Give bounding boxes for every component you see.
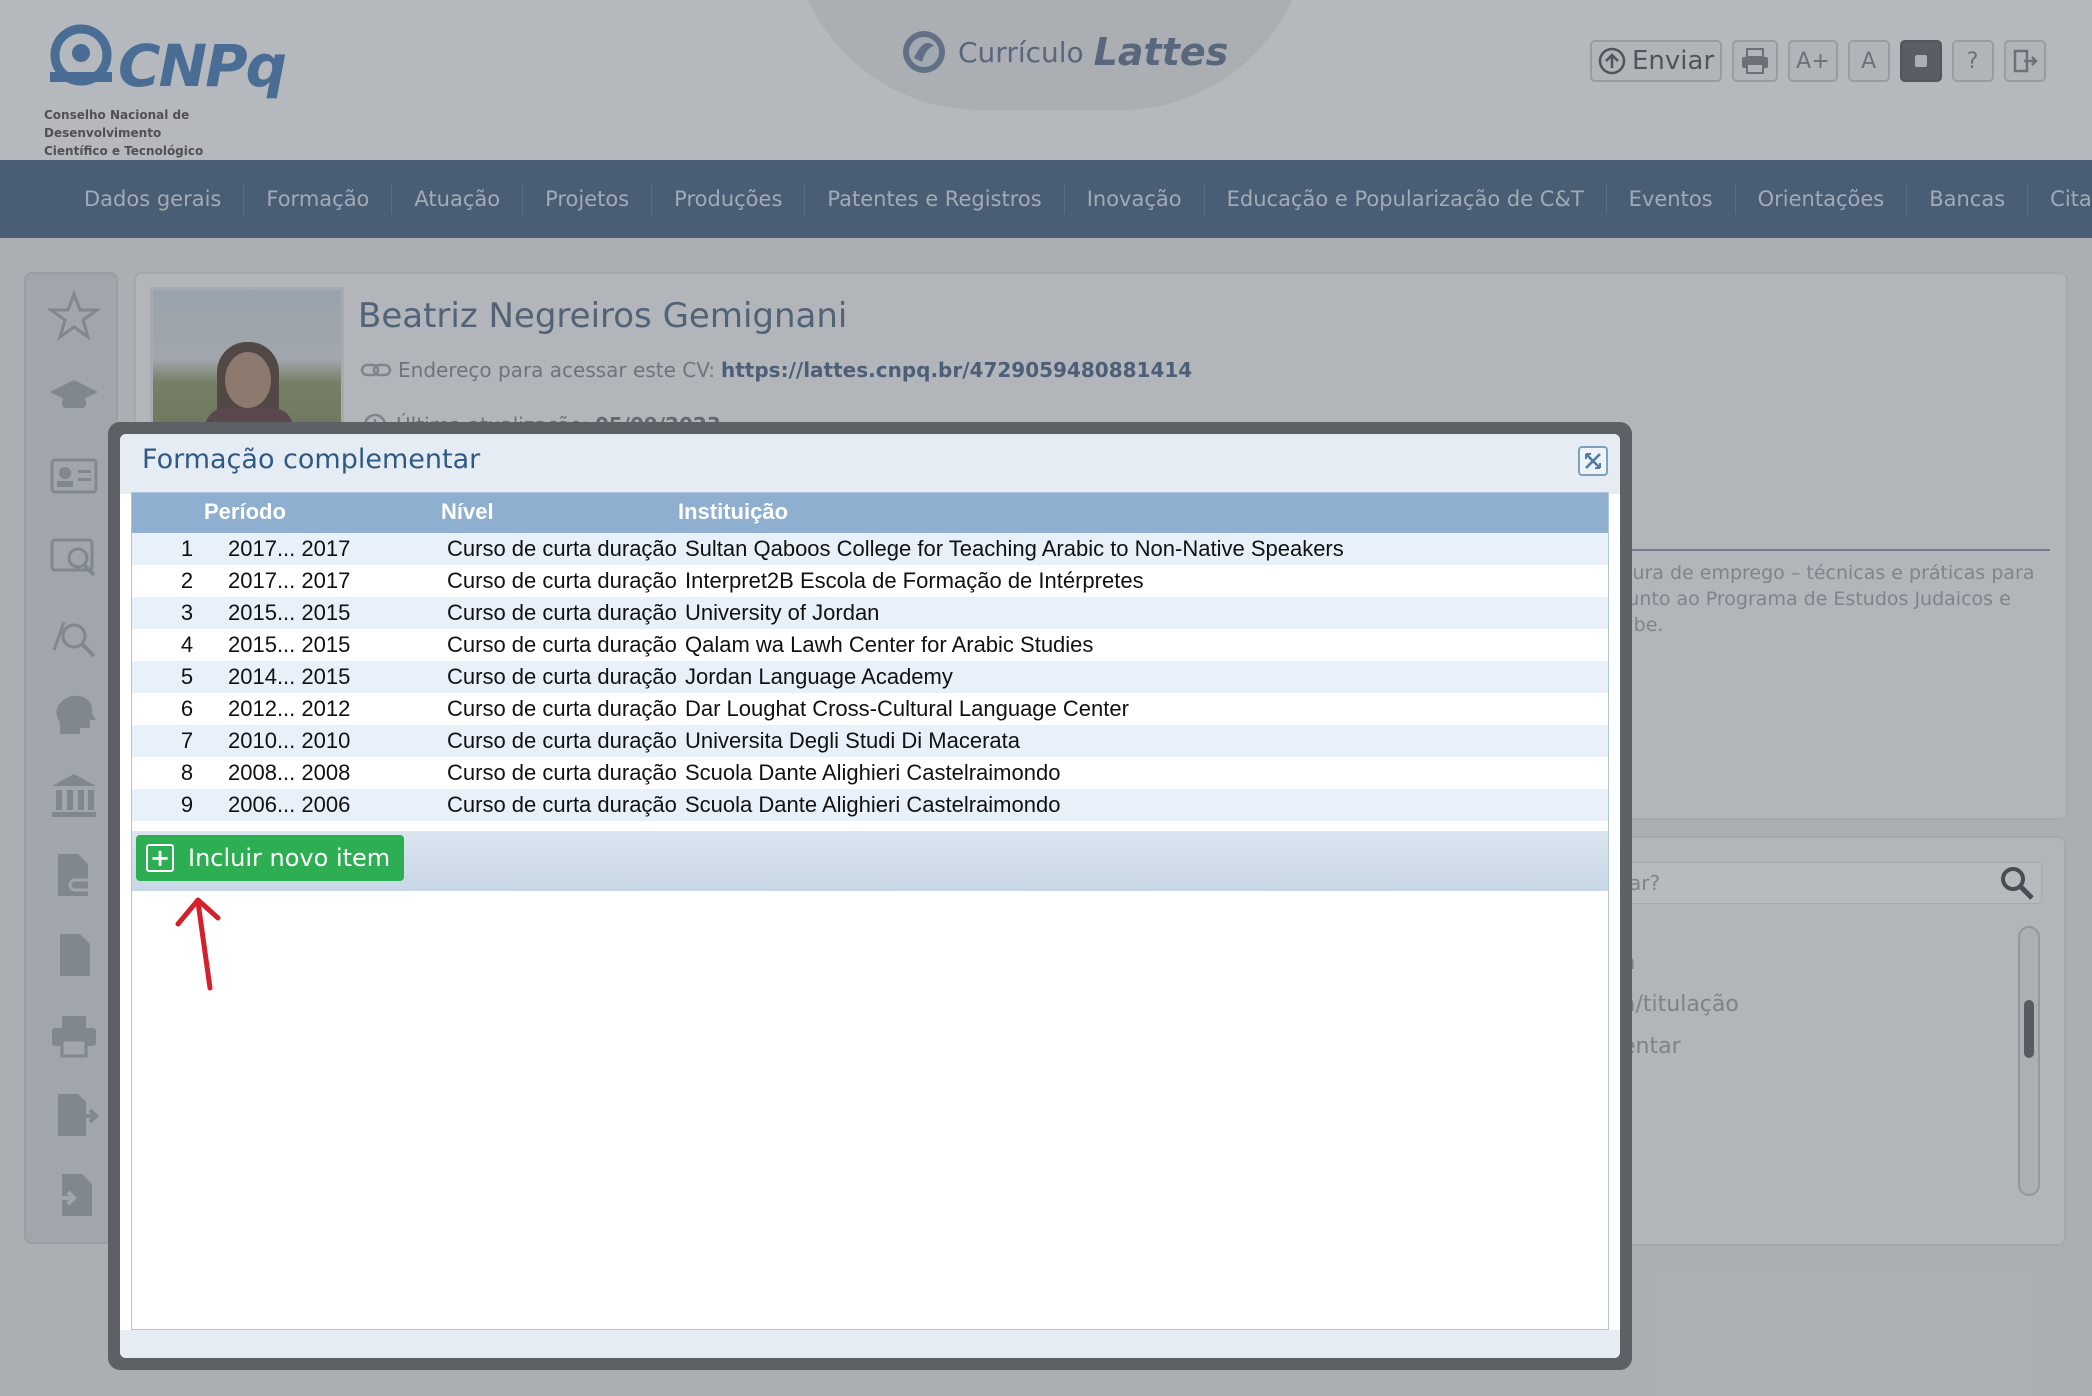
dialog-header: Formação complementar <box>120 434 1620 494</box>
row-nivel: Curso de curta duração <box>447 536 677 561</box>
row-instituicao: Scuola Dante Alighieri Castelraimondo <box>685 760 1061 785</box>
row-number: 2 <box>180 568 194 593</box>
row-nivel: Curso de curta duração <box>447 696 677 721</box>
column-header-periodo: Período <box>204 499 286 524</box>
row-number: 5 <box>180 664 194 689</box>
row-periodo: 2015... 2015 <box>228 632 351 657</box>
table-row[interactable]: 6 2012... 2012 Curso de curta duração Da… <box>132 693 1608 725</box>
row-periodo: 2014... 2015 <box>228 664 351 689</box>
row-periodo: 2006... 2006 <box>228 792 351 817</box>
row-number: 7 <box>180 728 194 753</box>
formacao-complementar-dialog: Formação complementar Período Nível Inst… <box>120 434 1620 1358</box>
add-new-item-label: Incluir novo item <box>188 844 391 872</box>
row-instituicao: Interpret2B Escola de Formação de Intérp… <box>685 568 1144 593</box>
row-periodo: 2017... 2017 <box>228 568 351 593</box>
close-icon <box>1585 453 1601 469</box>
row-nivel: Curso de curta duração <box>447 760 677 785</box>
table-row[interactable]: 7 2010... 2010 Curso de curta duração Un… <box>132 725 1608 757</box>
table-row[interactable]: 1 2017... 2017 Curso de curta duração Su… <box>132 533 1608 565</box>
row-periodo: 2017... 2017 <box>228 536 351 561</box>
row-nivel: Curso de curta duração <box>447 792 677 817</box>
table-header: Período Nível Instituição <box>132 493 1608 533</box>
annotation-arrow-icon <box>175 897 221 991</box>
table-row[interactable]: 5 2014... 2015 Curso de curta duração Jo… <box>132 661 1608 693</box>
row-nivel: Curso de curta duração <box>447 632 677 657</box>
row-number: 6 <box>180 696 194 721</box>
row-instituicao: Dar Loughat Cross-Cultural Language Cent… <box>685 696 1129 721</box>
table-row[interactable]: 8 2008... 2008 Curso de curta duração Sc… <box>132 757 1608 789</box>
row-number: 3 <box>180 600 194 625</box>
row-periodo: 2012... 2012 <box>228 696 351 721</box>
row-nivel: Curso de curta duração <box>447 728 677 753</box>
row-number: 9 <box>180 792 194 817</box>
row-instituicao: Universita Degli Studi Di Macerata <box>685 728 1021 753</box>
column-header-instituicao: Instituição <box>678 499 789 524</box>
row-periodo: 2015... 2015 <box>228 600 351 625</box>
formacao-table: Período Nível Instituição 1 2017... 2017… <box>131 492 1609 1330</box>
row-nivel: Curso de curta duração <box>447 664 677 689</box>
table-row[interactable]: 2 2017... 2017 Curso de curta duração In… <box>132 565 1608 597</box>
dialog-title: Formação complementar <box>142 444 481 475</box>
row-nivel: Curso de curta duração <box>447 568 677 593</box>
row-number: 1 <box>180 536 194 561</box>
plus-icon: + <box>146 844 174 872</box>
row-periodo: 2010... 2010 <box>228 728 351 753</box>
row-instituicao: Qalam wa Lawh Center for Arabic Studies <box>685 632 1094 657</box>
row-number: 4 <box>180 632 194 657</box>
column-header-nivel: Nível <box>441 499 494 524</box>
row-number: 8 <box>180 760 194 785</box>
row-instituicao: Scuola Dante Alighieri Castelraimondo <box>685 792 1061 817</box>
table-actions-bar: + Incluir novo item <box>132 831 1608 891</box>
row-periodo: 2008... 2008 <box>228 760 351 785</box>
row-instituicao: Sultan Qaboos College for Teaching Arabi… <box>685 536 1344 561</box>
table-row[interactable]: 4 2015... 2015 Curso de curta duração Qa… <box>132 629 1608 661</box>
add-new-item-button[interactable]: + Incluir novo item <box>136 835 404 881</box>
table-row[interactable]: 9 2006... 2006 Curso de curta duração Sc… <box>132 789 1608 821</box>
row-instituicao: Jordan Language Academy <box>685 664 953 689</box>
table-row[interactable]: 3 2015... 2015 Curso de curta duração Un… <box>132 597 1608 629</box>
row-instituicao: University of Jordan <box>685 600 880 625</box>
dialog-footer <box>120 1330 1620 1358</box>
row-nivel: Curso de curta duração <box>447 600 677 625</box>
close-button[interactable] <box>1578 446 1608 476</box>
